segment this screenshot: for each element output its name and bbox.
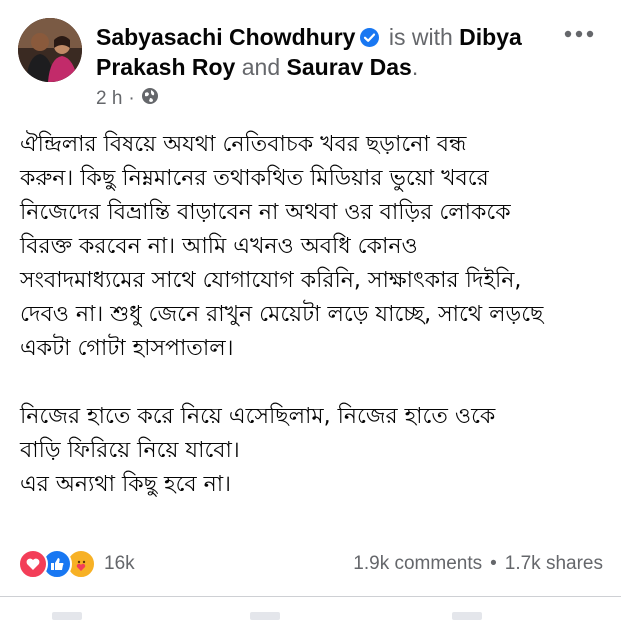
comment-share-counts: 1.9k comments • 1.7k shares (353, 553, 603, 575)
globe-icon[interactable] (141, 87, 159, 111)
action-button-like[interactable] (52, 612, 82, 620)
comments-count[interactable]: 1.9k comments (353, 553, 482, 575)
meta-dot: · (128, 88, 135, 109)
post-header: Sabyasachi Chowdhury is with Dibya Praka… (18, 18, 603, 110)
post-paragraph-1: ঐন্দ্রিলার বিষয়ে অযথা নেতিবাচক খবর ছড়া… (20, 132, 544, 361)
divider (0, 596, 621, 597)
with-text: is with (388, 24, 453, 50)
period-text: . (411, 54, 419, 80)
shares-count[interactable]: 1.7k shares (505, 553, 603, 575)
post-time[interactable]: 2 h (96, 88, 122, 110)
author-name[interactable]: Sabyasachi Chowdhury (96, 24, 355, 50)
post-header-text: Sabyasachi Chowdhury is with Dibya Praka… (96, 22, 526, 82)
verified-badge-icon (360, 28, 380, 47)
engagement-bar: 16k 1.9k comments • 1.7k shares (18, 548, 603, 580)
more-options-icon[interactable] (561, 26, 597, 40)
action-button-comment[interactable] (250, 612, 280, 620)
reaction-icons[interactable] (18, 549, 96, 579)
counts-separator: • (490, 553, 497, 574)
post-body: ঐন্দ্রিলার বিষয়ে অযথা নেতিবাচক খবর ছড়া… (20, 128, 610, 502)
action-button-share[interactable] (452, 612, 482, 620)
action-bar (0, 600, 621, 620)
author-avatar[interactable] (18, 18, 82, 82)
reaction-count[interactable]: 16k (104, 553, 135, 575)
tagged-person-2[interactable]: Saurav Das (287, 54, 412, 80)
love-icon (18, 549, 48, 579)
post-meta: 2 h · (96, 88, 159, 110)
post-paragraph-2: নিজের হাতে করে নিয়ে এসেছিলাম, নিজের হাত… (20, 404, 496, 497)
and-text: and (241, 54, 281, 80)
